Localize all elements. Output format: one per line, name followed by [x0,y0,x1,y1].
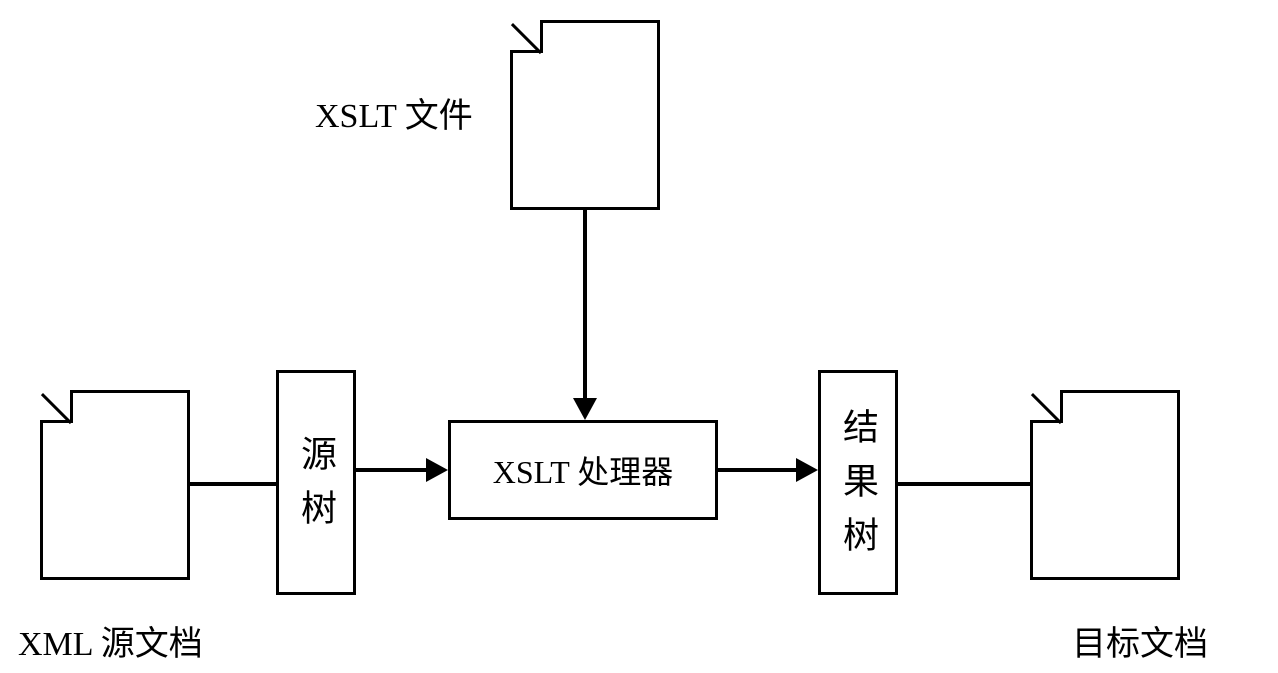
arrow-xslt-to-processor [573,398,597,420]
xml-source-doc-label: XML 源文档 [18,616,203,665]
result-tree-box: 结果树 [818,370,898,595]
arrow-source-tree-to-processor [426,458,448,482]
xslt-file-icon [510,20,660,210]
connector-xml-to-source-tree [190,482,276,486]
xml-source-doc-icon [40,390,190,580]
target-doc-icon [1030,390,1180,580]
xslt-processor-box: XSLT 处理器 [448,420,718,520]
connector-source-tree-to-processor [356,468,428,472]
target-doc-label: 目标文档 [1072,616,1208,665]
connector-result-tree-to-target [898,482,1030,486]
source-tree-box: 源树 [276,370,356,595]
connector-processor-to-result-tree [718,468,798,472]
arrow-processor-to-result-tree [796,458,818,482]
xslt-file-label: XSLT 文件 [315,88,473,137]
connector-xslt-to-processor [583,210,587,400]
